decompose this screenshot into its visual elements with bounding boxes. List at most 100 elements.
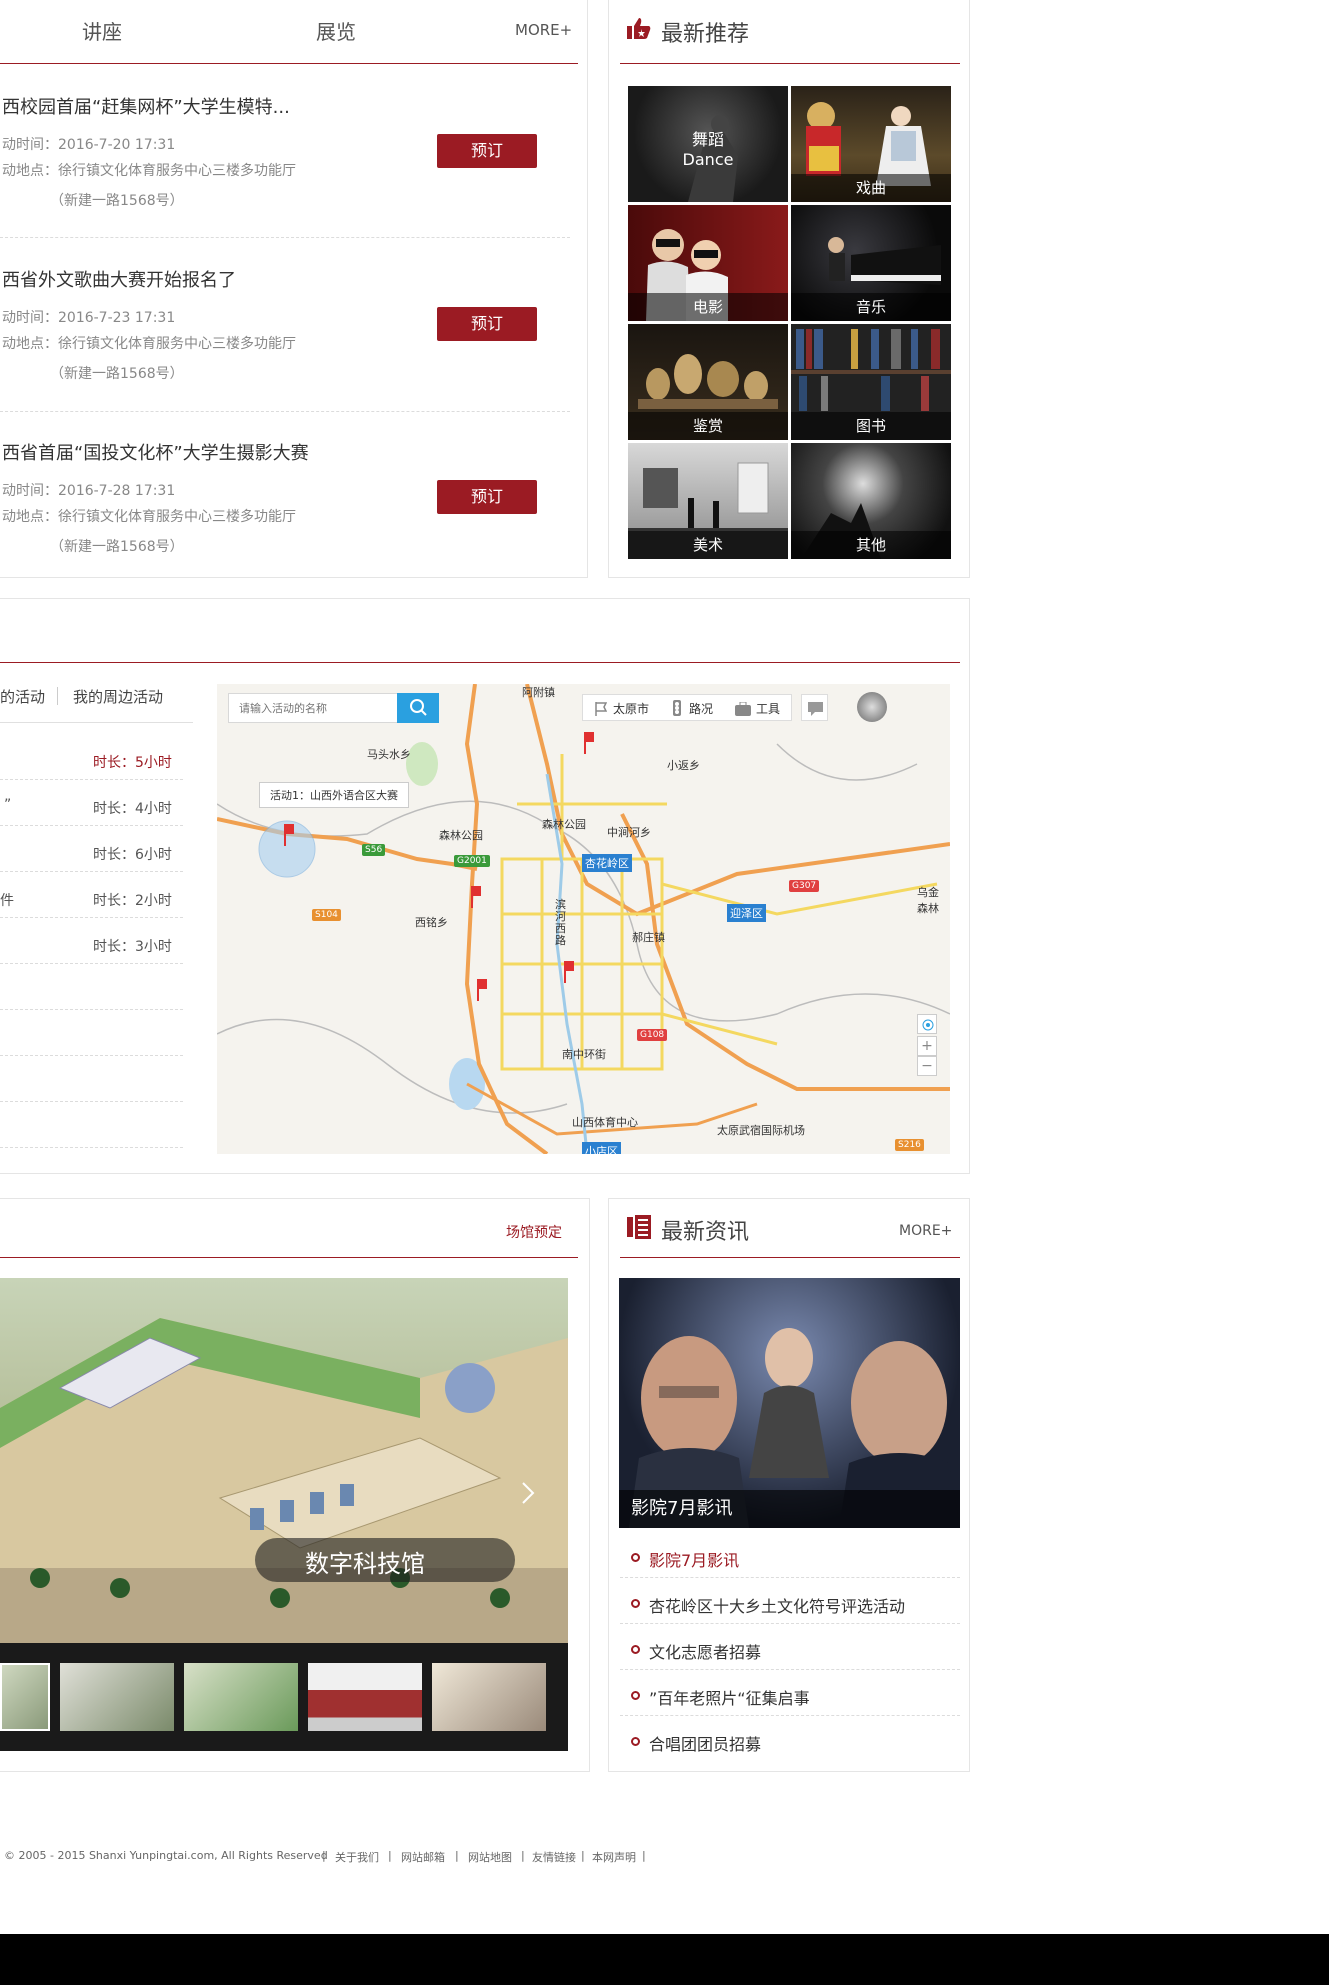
road-badge-2: G2001 <box>454 855 490 867</box>
activity-title-3[interactable]: 西省首届“国投文化杯”大学生摄影大赛 <box>2 439 309 465</box>
map-search-input[interactable] <box>229 694 397 722</box>
venue-booking-link[interactable]: 场馆预定 <box>506 1222 562 1242</box>
news-feature-caption: 影院7月影讯 <box>631 1498 733 1519</box>
map-search-button[interactable] <box>397 693 439 723</box>
toolbox-icon <box>735 701 751 720</box>
row-separator-3 <box>0 871 183 872</box>
footer-separator-6: | <box>642 1849 646 1862</box>
thumbnail-5[interactable] <box>432 1663 546 1731</box>
recommend-divider <box>620 63 960 64</box>
news-item-4[interactable]: ”百年老照片“征集启事 <box>649 1685 810 1709</box>
book-button-1[interactable]: 预订 <box>437 134 537 168</box>
footer-separator-3: | <box>455 1849 459 1862</box>
map-label-place-16: 小店区 <box>582 1142 621 1154</box>
thumbnail-2[interactable] <box>60 1663 174 1731</box>
footer-copyright: © 2005 - 2015 Shanxi Yunpingtai.com, All… <box>4 1849 328 1862</box>
footer-link-friends[interactable]: 友情链接 <box>532 1849 576 1865</box>
activity-address-2: （新建一路1568号） <box>50 366 184 382</box>
footer-link-statement[interactable]: 本网声明 <box>592 1849 636 1865</box>
tools-menu[interactable]: 工具 <box>756 700 780 717</box>
news-divider <box>620 1257 960 1258</box>
tile-appreciation[interactable]: 鉴赏 <box>628 324 788 440</box>
activity-separator-1 <box>0 237 570 238</box>
venue-building-image <box>0 1318 568 1643</box>
footer-link-about[interactable]: 关于我们 <box>335 1849 379 1865</box>
tile-movie[interactable]: 电影 <box>628 205 788 321</box>
thumbnail-1[interactable] <box>0 1663 50 1731</box>
map-search-box <box>228 693 439 723</box>
traffic-toggle[interactable]: 路况 <box>689 700 713 717</box>
news-bullet-icon-1 <box>631 1553 640 1562</box>
tabs-underline <box>0 722 193 723</box>
map-label-place-7: 杏花岭区 <box>582 854 632 872</box>
road-badge-4: G307 <box>789 880 820 892</box>
tile-other[interactable]: 其他 <box>791 443 951 559</box>
book-button-2[interactable]: 预订 <box>437 307 537 341</box>
tile-books-caption: 图书 <box>791 412 951 440</box>
duration-5: 时长：3小时 <box>93 939 172 955</box>
locate-icon[interactable] <box>917 1014 937 1034</box>
map-popup: 活动1：山西外语合区大赛 <box>259 782 409 808</box>
city-selector[interactable]: 太原市 <box>613 700 649 717</box>
zoom-out-button[interactable]: − <box>917 1056 937 1076</box>
map-view[interactable]: 太原市 路况 工具 活动1：山西外语合区大赛 + − 阿附镇 马头水乡 小返乡 … <box>217 684 950 1154</box>
activities-more-link[interactable]: MORE+ <box>515 21 572 39</box>
thumbnail-3[interactable] <box>184 1663 298 1731</box>
carousel-next-arrow[interactable] <box>518 1478 538 1508</box>
tile-opera[interactable]: 戏曲 <box>791 86 951 202</box>
footer-link-mailbox[interactable]: 网站邮箱 <box>401 1849 445 1865</box>
tile-dance-sublabel: Dance <box>682 150 734 169</box>
news-bullet-icon-4 <box>631 1691 640 1700</box>
map-label-place-14: 太原武宿国际机场 <box>717 1124 805 1137</box>
news-item-5[interactable]: 合唱团团员招募 <box>649 1731 761 1755</box>
row-separator-7 <box>0 1055 183 1056</box>
tile-dance-label: 舞蹈 <box>691 130 724 149</box>
tile-other-caption: 其他 <box>791 531 951 559</box>
footer-link-sitemap[interactable]: 网站地图 <box>468 1849 512 1865</box>
news-item-2[interactable]: 杏花岭区十大乡土文化符号评选活动 <box>649 1593 905 1617</box>
tile-dance[interactable]: 舞蹈 Dance <box>628 86 788 202</box>
footer-separator-2: | <box>388 1849 392 1862</box>
tab-activities[interactable]: 的活动 <box>0 686 45 707</box>
zoom-in-button[interactable]: + <box>917 1036 937 1056</box>
book-button-3[interactable]: 预订 <box>437 480 537 514</box>
activity-address-1: （新建一路1568号） <box>50 193 184 209</box>
news-separator-1 <box>620 1577 960 1578</box>
tab-nearby-activities[interactable]: 我的周边活动 <box>73 686 163 707</box>
newspaper-icon <box>627 1215 651 1243</box>
tile-music[interactable]: 音乐 <box>791 205 951 321</box>
tab-exhibition[interactable]: 展览 <box>316 16 356 45</box>
thumb-strip <box>0 1643 568 1751</box>
activity-title-2[interactable]: 西省外文歌曲大赛开始报名了 <box>2 266 236 292</box>
message-icon[interactable] <box>801 694 828 721</box>
row-separator-6 <box>0 1009 183 1010</box>
road-badge-6: S216 <box>895 1139 924 1151</box>
map-pin-icon-2[interactable] <box>582 732 596 758</box>
activity-place-3: 动地点：徐行镇文化体育服务中心三楼多功能厅 <box>2 509 296 525</box>
thumbnail-4[interactable] <box>308 1663 422 1731</box>
news-item-1[interactable]: 影院7月影讯 <box>649 1547 739 1571</box>
venue-carousel[interactable]: 数字科技馆 <box>0 1278 568 1751</box>
map-pin-icon-5[interactable] <box>475 979 489 1005</box>
tab-lecture[interactable]: 讲座 <box>82 16 122 45</box>
map-pin-icon-3[interactable] <box>562 961 576 987</box>
carousel-caption: 数字科技馆 <box>305 1550 425 1578</box>
map-pin-icon-1[interactable] <box>282 824 296 850</box>
footer-separator-5: | <box>581 1849 585 1862</box>
tile-art-caption: 美术 <box>628 531 788 559</box>
tile-art[interactable]: 美术 <box>628 443 788 559</box>
map-pin-icon-4[interactable] <box>469 886 483 912</box>
footer-black-bar <box>0 1934 1329 1985</box>
activity-place-2: 动地点：徐行镇文化体育服务中心三楼多功能厅 <box>2 336 296 352</box>
map-label-place-10: 郝庄镇 <box>632 931 665 944</box>
duration-3: 时长：6小时 <box>93 847 172 863</box>
news-feature-image[interactable]: 影院7月影讯 <box>619 1278 960 1528</box>
news-more-link[interactable]: MORE+ <box>899 1223 952 1239</box>
tile-books[interactable]: 图书 <box>791 324 951 440</box>
map-label-place-11: 乌金森林 <box>917 886 939 915</box>
news-separator-4 <box>620 1715 960 1716</box>
news-item-3[interactable]: 文化志愿者招募 <box>649 1639 761 1663</box>
news-bullet-icon-3 <box>631 1645 640 1654</box>
user-avatar[interactable] <box>857 692 887 722</box>
activity-title-1[interactable]: 西校园首届“赶集网杯”大学生模特... <box>2 93 290 119</box>
